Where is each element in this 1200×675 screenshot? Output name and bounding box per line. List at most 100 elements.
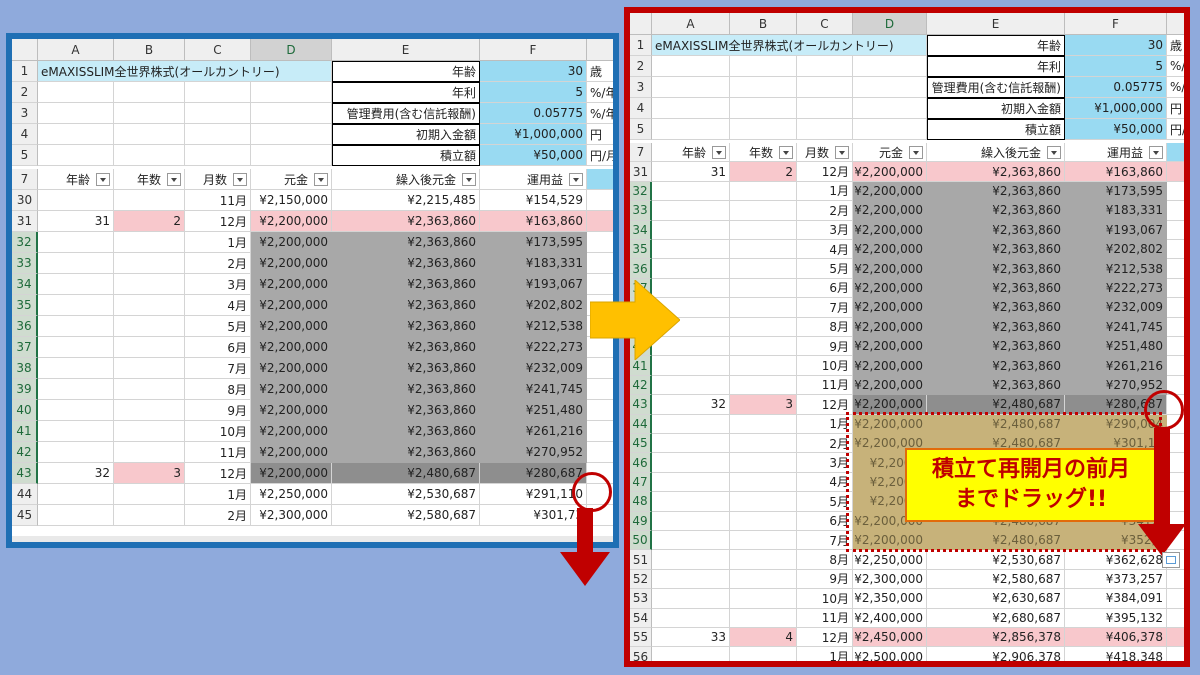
principal-cell[interactable]: ¥2,200,000 xyxy=(853,259,927,279)
age-cell[interactable] xyxy=(38,316,114,337)
param-value-cell[interactable]: ¥50,000 xyxy=(480,145,587,166)
years-cell[interactable] xyxy=(114,232,185,253)
extra-cell[interactable] xyxy=(587,379,613,400)
years-cell[interactable] xyxy=(114,505,185,526)
principal-cell[interactable]: ¥2,200,000 xyxy=(853,162,927,182)
years-cell[interactable] xyxy=(114,274,185,295)
row-header[interactable]: 1 xyxy=(12,61,38,82)
principal-cell[interactable]: ¥2,200,000 xyxy=(853,240,927,260)
empty-cell[interactable] xyxy=(185,124,251,145)
param-label-cell[interactable]: 年利 xyxy=(927,56,1065,77)
row-header[interactable]: 35 xyxy=(12,295,38,316)
param-unit-cell[interactable]: 円/ xyxy=(1167,119,1184,140)
age-cell[interactable] xyxy=(652,550,730,570)
row-header[interactable]: 39 xyxy=(12,379,38,400)
param-unit-cell[interactable]: 円 xyxy=(587,124,613,145)
month-cell[interactable]: 1月 xyxy=(797,181,853,202)
month-cell[interactable]: 5月 xyxy=(185,316,251,337)
extra-cell[interactable] xyxy=(587,232,613,253)
row-header[interactable]: 3 xyxy=(630,77,652,98)
age-cell[interactable] xyxy=(38,274,114,295)
years-cell[interactable] xyxy=(114,442,185,463)
age-cell[interactable] xyxy=(652,492,730,512)
row-header[interactable]: 33 xyxy=(12,253,38,274)
empty-cell[interactable] xyxy=(853,77,927,98)
filter-dropdown-icon[interactable] xyxy=(314,172,328,186)
month-cell[interactable]: 1月 xyxy=(185,232,251,253)
profit-cell[interactable]: ¥222,273 xyxy=(1065,278,1167,299)
row-header[interactable]: 4 xyxy=(12,124,38,145)
param-unit-cell[interactable]: 円/月 xyxy=(587,145,613,166)
principal-cell[interactable]: ¥2,200,000 xyxy=(853,395,927,415)
row-header[interactable]: 56 xyxy=(630,647,652,661)
principal-cell[interactable]: ¥2,400,000 xyxy=(853,608,927,628)
empty-cell[interactable] xyxy=(853,119,927,140)
autofill-options-icon[interactable] xyxy=(1162,552,1180,568)
carried-principal-cell[interactable]: ¥2,363,860 xyxy=(927,298,1065,318)
profit-cell[interactable]: ¥406,378 xyxy=(1065,628,1167,648)
month-cell[interactable]: 6月 xyxy=(797,511,853,531)
profit-cell[interactable]: ¥232,009 xyxy=(480,358,587,379)
empty-cell[interactable] xyxy=(38,82,114,103)
years-cell[interactable] xyxy=(730,414,797,434)
param-label-cell[interactable]: 管理費用(含む信託報酬) xyxy=(332,103,480,124)
month-cell[interactable]: 3月 xyxy=(797,453,853,473)
principal-cell[interactable]: ¥2,450,000 xyxy=(853,628,927,648)
carried-principal-cell[interactable]: ¥2,363,860 xyxy=(927,375,1065,396)
extra-cell[interactable] xyxy=(587,211,613,232)
age-cell[interactable] xyxy=(38,484,114,505)
empty-cell[interactable] xyxy=(797,56,853,77)
filter-dropdown-icon[interactable] xyxy=(462,172,476,186)
param-unit-cell[interactable]: %/年 xyxy=(587,82,613,103)
extra-cell[interactable] xyxy=(1167,647,1184,661)
years-cell[interactable] xyxy=(730,647,797,661)
years-cell[interactable]: 2 xyxy=(730,162,797,182)
month-cell[interactable]: 7月 xyxy=(797,298,853,318)
age-cell[interactable] xyxy=(652,220,730,240)
carried-principal-cell[interactable]: ¥2,363,860 xyxy=(332,379,480,400)
carried-principal-cell[interactable]: ¥2,363,860 xyxy=(332,337,480,358)
column-header-c[interactable]: C xyxy=(185,39,251,61)
param-value-cell[interactable]: 5 xyxy=(1065,56,1167,77)
month-cell[interactable]: 4月 xyxy=(797,240,853,260)
empty-cell[interactable] xyxy=(251,82,332,103)
principal-cell[interactable]: ¥2,200,000 xyxy=(853,375,927,396)
principal-cell[interactable]: ¥2,250,000 xyxy=(853,550,927,570)
principal-cell[interactable]: ¥2,200,000 xyxy=(251,253,332,274)
carried-principal-cell[interactable]: ¥2,363,860 xyxy=(332,232,480,253)
table-header-age[interactable]: 年齢 xyxy=(38,169,114,190)
month-cell[interactable]: 8月 xyxy=(797,317,853,337)
profit-cell[interactable]: ¥183,331 xyxy=(1065,201,1167,221)
principal-cell[interactable]: ¥2,200,000 xyxy=(251,379,332,400)
row-header[interactable]: 46 xyxy=(630,453,652,473)
carried-principal-cell[interactable]: ¥2,480,687 xyxy=(927,395,1065,415)
empty-cell[interactable] xyxy=(185,103,251,124)
age-cell[interactable] xyxy=(652,647,730,661)
carried-principal-cell[interactable]: ¥2,363,860 xyxy=(332,400,480,421)
years-cell[interactable]: 3 xyxy=(114,463,185,484)
profit-cell[interactable]: ¥183,331 xyxy=(480,253,587,274)
empty-cell[interactable] xyxy=(730,56,797,77)
column-header-d[interactable]: D xyxy=(251,39,332,61)
row-header[interactable]: 31 xyxy=(630,162,652,182)
month-cell[interactable]: 9月 xyxy=(797,337,853,357)
table-header-principal[interactable]: 元金 xyxy=(251,169,332,190)
empty-cell[interactable] xyxy=(652,56,730,77)
month-cell[interactable]: 2月 xyxy=(797,201,853,221)
years-cell[interactable]: 3 xyxy=(730,395,797,415)
row-header[interactable]: 44 xyxy=(630,414,652,434)
filter-dropdown-icon[interactable] xyxy=(835,145,849,159)
profit-cell[interactable]: ¥173,595 xyxy=(480,232,587,253)
carried-principal-cell[interactable]: ¥2,363,860 xyxy=(332,316,480,337)
profit-cell[interactable]: ¥270,952 xyxy=(480,442,587,463)
profit-cell[interactable]: ¥212,538 xyxy=(480,316,587,337)
age-cell[interactable] xyxy=(38,358,114,379)
years-cell[interactable]: 4 xyxy=(730,628,797,648)
row-header[interactable]: 42 xyxy=(630,375,652,396)
age-cell[interactable] xyxy=(652,531,730,551)
row-header[interactable]: 7 xyxy=(630,143,652,163)
principal-cell[interactable]: ¥2,200,000 xyxy=(853,414,927,434)
carried-principal-cell[interactable]: ¥2,363,860 xyxy=(332,253,480,274)
column-header-e[interactable]: E xyxy=(332,39,480,61)
header-extra-cell[interactable] xyxy=(587,169,613,190)
